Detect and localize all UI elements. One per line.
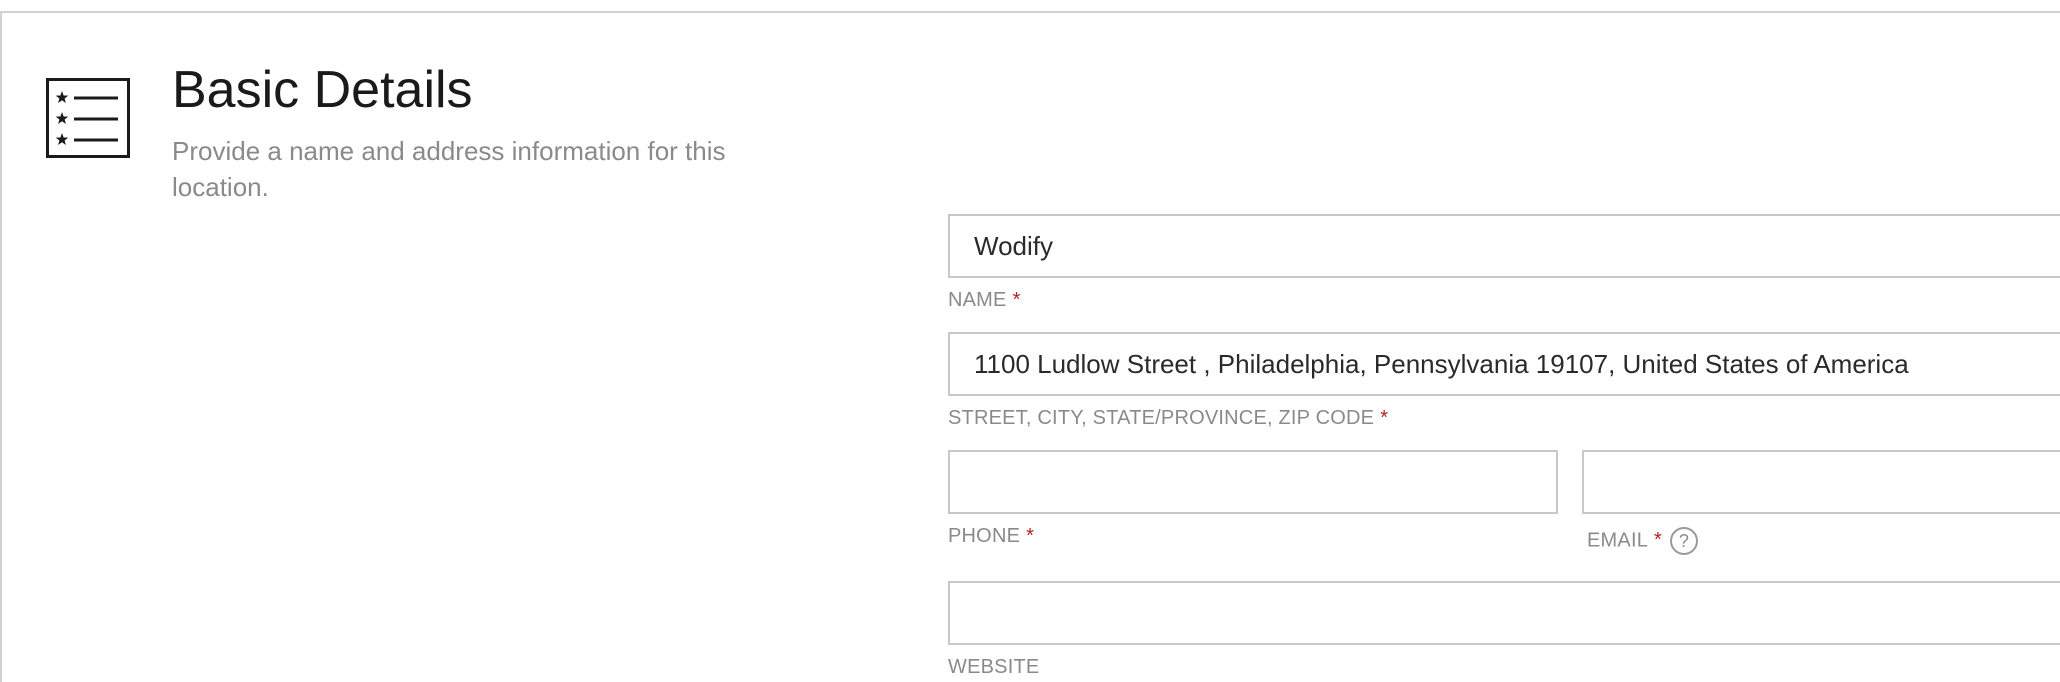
website-label: WEBSITE: [948, 656, 1040, 678]
phone-label: PHONE *: [948, 525, 1035, 547]
phone-input[interactable]: [950, 452, 1556, 512]
phone-field[interactable]: [948, 450, 1558, 514]
email-input[interactable]: [1584, 452, 2060, 512]
required-marker: *: [1012, 289, 1021, 311]
name-field[interactable]: [948, 214, 2060, 278]
website-input[interactable]: [950, 583, 2060, 643]
email-field[interactable]: [1582, 450, 2060, 514]
address-input[interactable]: [950, 334, 2060, 394]
address-label: STREET, CITY, STATE/PROVINCE, ZIP CODE *: [948, 407, 1389, 429]
basic-details-card: Basic Details Provide a name and address…: [0, 11, 2060, 682]
section-subtitle: Provide a name and address information f…: [172, 136, 726, 202]
help-icon[interactable]: ?: [1670, 527, 1699, 555]
name-input[interactable]: [950, 216, 2060, 276]
required-marker: *: [1654, 529, 1663, 552]
address-field[interactable]: [948, 332, 2060, 396]
required-marker: *: [1380, 407, 1389, 429]
website-field[interactable]: [948, 581, 2060, 645]
email-label: EMAIL *?: [1587, 527, 1699, 555]
checklist-icon: [46, 78, 130, 158]
name-label: NAME *: [948, 289, 1021, 311]
section-title: Basic Details: [172, 61, 473, 119]
required-marker: *: [1026, 525, 1035, 547]
